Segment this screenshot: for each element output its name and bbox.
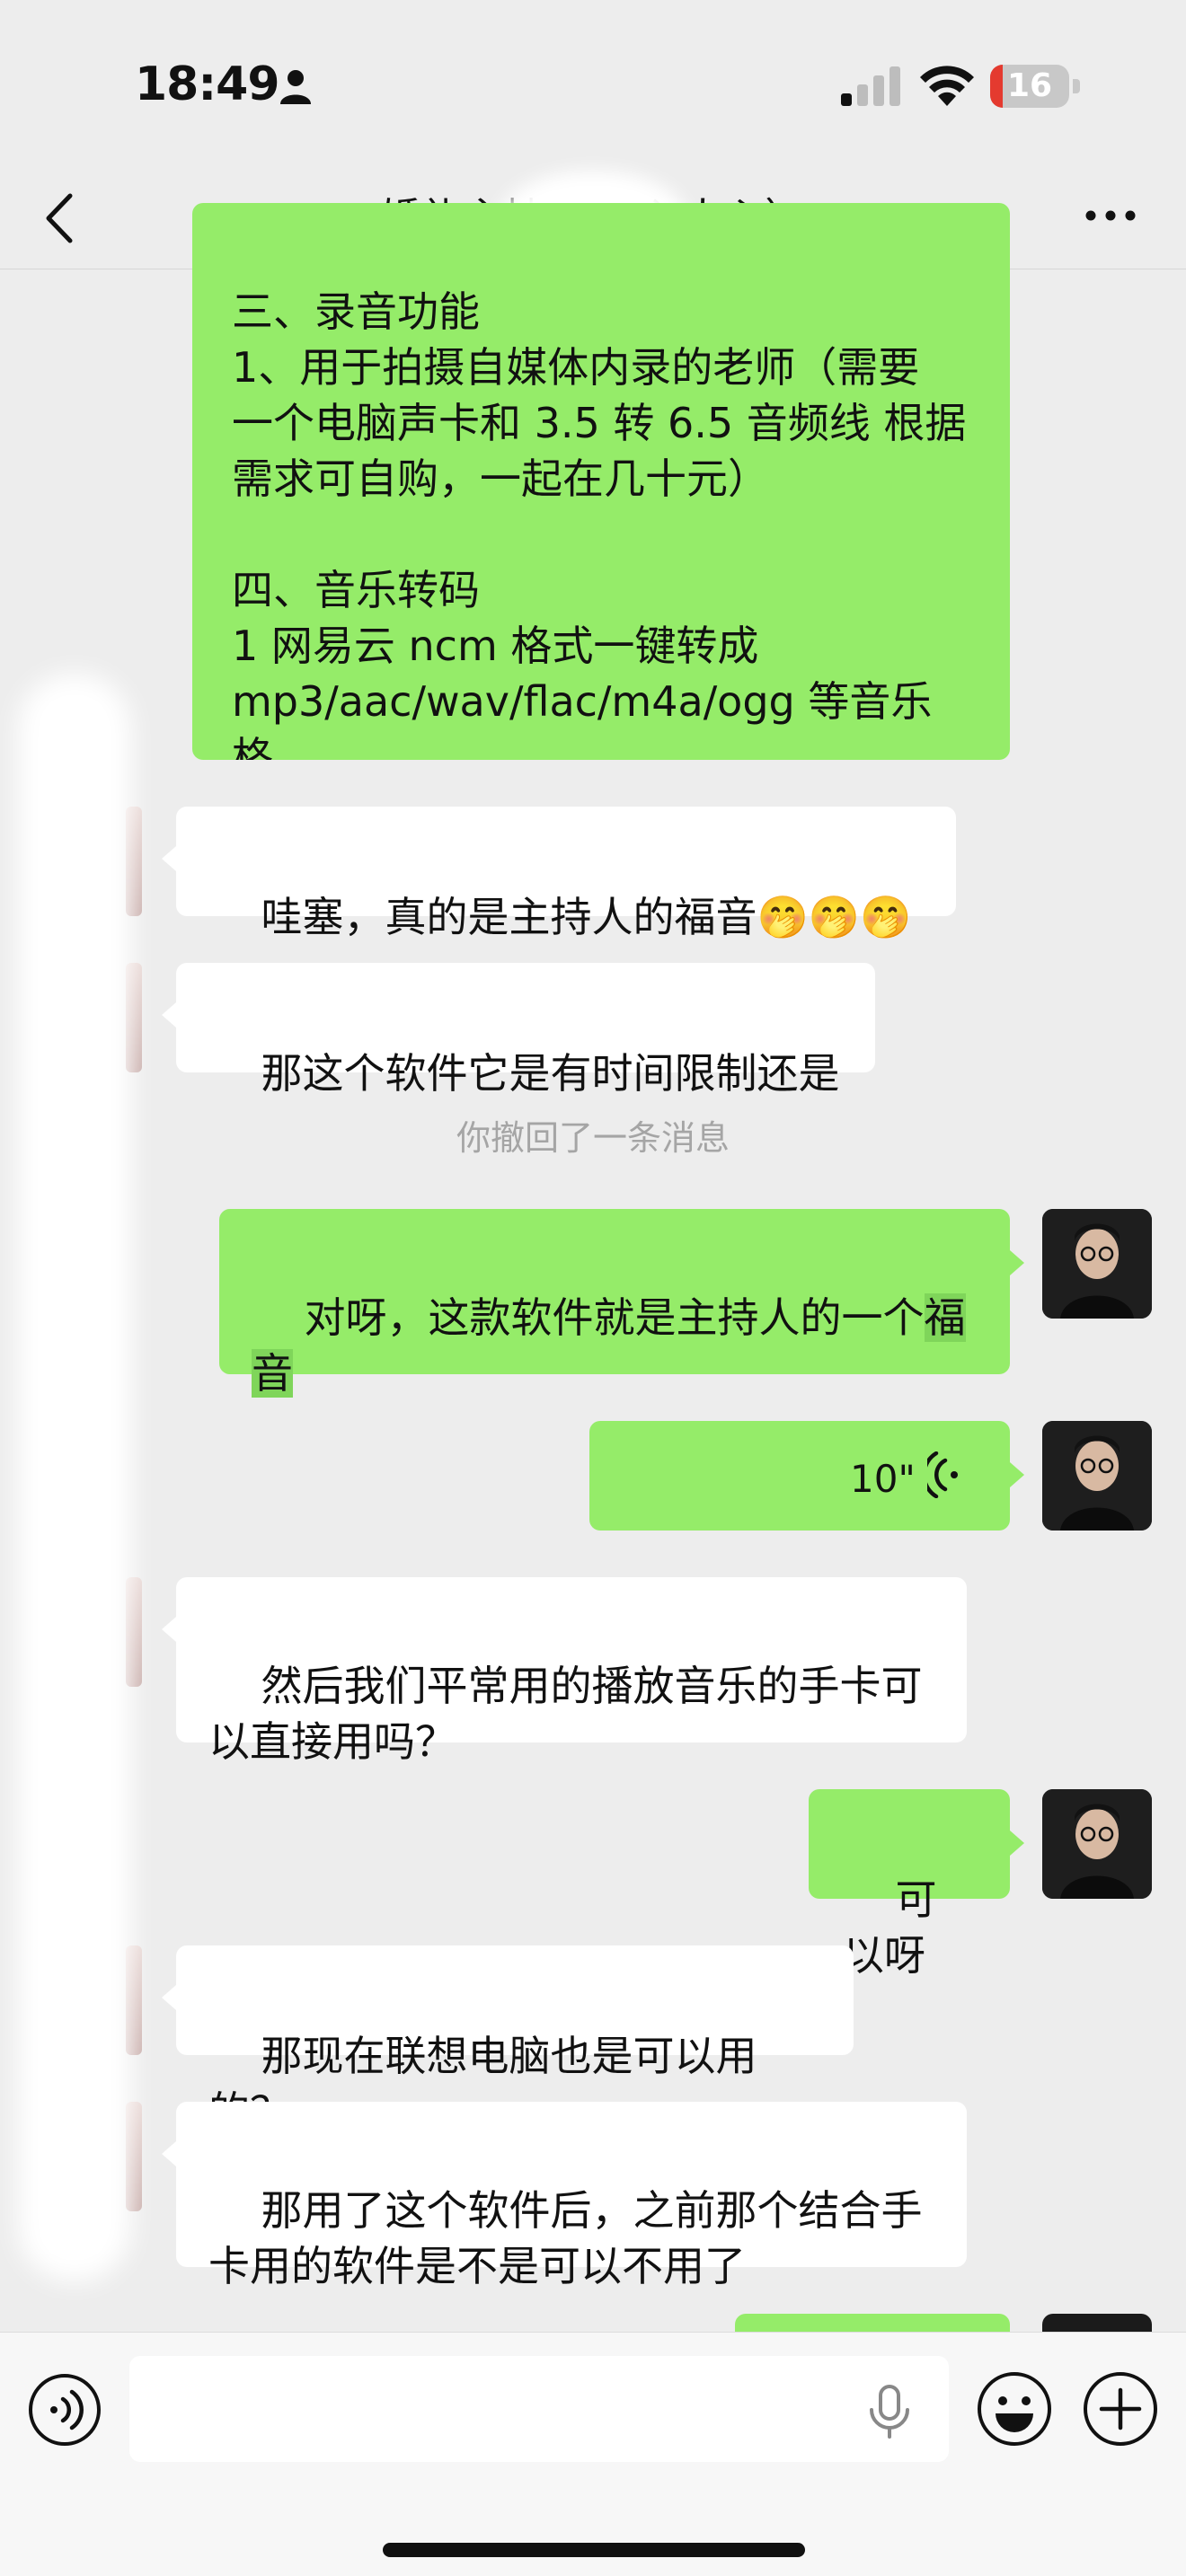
status-time: 18:49 — [135, 57, 280, 111]
privacy-redaction — [18, 674, 131, 2281]
voice-input-toggle-icon[interactable] — [27, 2372, 102, 2448]
more-options-icon[interactable] — [1084, 205, 1137, 226]
status-bar: 18:49 16 — [0, 0, 1186, 171]
message-text: 那这个软件它是有时间限制还是 — [261, 1049, 840, 1098]
self-avatar[interactable] — [1042, 1421, 1152, 1531]
voice-duration: 10" — [850, 1457, 916, 1501]
message-bubble-self[interactable]: 三、录音功能 1、用于拍摄自媒体内录的老师（需要 一个电脑声卡和 3.5 转 6… — [192, 203, 1010, 760]
microphone-icon[interactable] — [864, 2385, 915, 2439]
portrait-icon — [1042, 1421, 1152, 1531]
message-bubble-other[interactable]: 那现在联想电脑也是可以用的？ — [176, 1945, 854, 2136]
message-text: 那用了这个软件后，之前那个结合手 卡用的软件是不是可以不用了 — [208, 2186, 923, 2290]
message-bubble-self[interactable]: 对呀，这款软件就是主持人的一个福音 — [219, 1209, 1010, 1398]
message-text: 然后我们平常用的播放音乐的手卡可 以直接用吗？ — [208, 1662, 923, 1766]
message-bubble-other[interactable]: 那这个软件它是有时间限制还是 — [176, 963, 875, 1098]
message-text: 可以呀 — [843, 1875, 937, 1980]
portrait-icon — [1042, 1789, 1152, 1899]
selected-text: 福 — [924, 1293, 966, 1342]
input-bar — [0, 2332, 1186, 2576]
self-avatar[interactable] — [1042, 1789, 1152, 1899]
portrait-icon — [1042, 1209, 1152, 1319]
message-text: 对呀，这款软件就是主持人的一个福音 — [252, 1293, 966, 1398]
home-indicator — [383, 2543, 805, 2557]
battery-level: 16 — [1006, 67, 1053, 104]
message-bubble-other[interactable]: 哇塞，真的是主持人的福音🤭🤭🤭 — [176, 807, 956, 941]
self-avatar[interactable] — [1042, 1209, 1152, 1319]
wifi-icon — [920, 66, 974, 106]
back-chevron-icon[interactable] — [40, 189, 79, 248]
voice-message-bubble[interactable]: 10" — [589, 1421, 1010, 1531]
message-text: 哇塞，真的是主持人的福音🤭🤭🤭 — [261, 893, 912, 941]
battery-icon: 16 — [990, 65, 1080, 108]
message-bubble-other[interactable]: 然后我们平常用的播放音乐的手卡可 以直接用吗？ — [176, 1577, 967, 1766]
selected-text: 音 — [252, 1349, 293, 1398]
message-bubble-other[interactable]: 那用了这个软件后，之前那个结合手 卡用的软件是不是可以不用了 — [176, 2102, 967, 2290]
message-text: 三、录音功能 1、用于拍摄自媒体内录的老师（需要 一个电脑声卡和 3.5 转 6… — [232, 287, 967, 760]
emoji-icon[interactable] — [976, 2370, 1053, 2448]
plus-icon[interactable] — [1082, 2370, 1159, 2448]
cellular-signal-icon — [841, 66, 900, 106]
recall-notice: 你撤回了一条消息 — [456, 1118, 730, 1158]
person-icon — [280, 70, 311, 104]
message-input[interactable] — [129, 2356, 949, 2462]
voice-wave-icon — [927, 1451, 958, 1498]
message-bubble-self[interactable]: 可以呀 — [809, 1789, 1010, 1980]
